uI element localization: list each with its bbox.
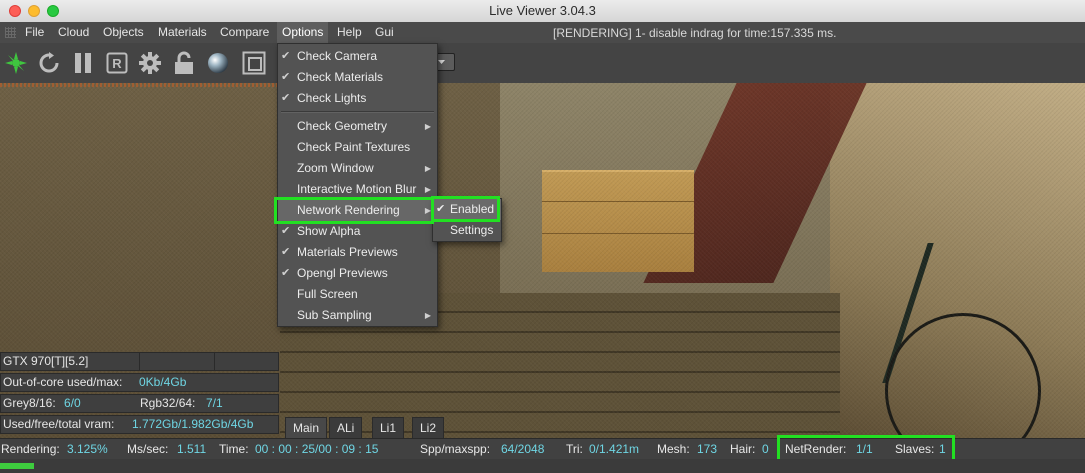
menu-item-full-screen[interactable]: Full Screen — [278, 284, 437, 305]
menu-objects[interactable]: Objects — [103, 25, 144, 39]
menu-item-label: Full Screen — [297, 287, 358, 301]
check-icon: ✔ — [281, 246, 291, 258]
tab-main[interactable]: Main — [285, 417, 328, 440]
gear-icon[interactable] — [137, 50, 163, 76]
mesh-label: Mesh: — [657, 442, 690, 456]
tab-li1[interactable]: Li1 — [372, 417, 405, 440]
pause-icon[interactable] — [70, 50, 96, 76]
menu-item-label: Check Materials — [297, 70, 384, 84]
menu-item-show-alpha[interactable]: ✔ Show Alpha — [278, 221, 437, 242]
vram-label: Used/free/total vram: — [3, 417, 115, 431]
rendering-value: 3.125% — [67, 442, 108, 456]
submenu-arrow-icon: ▶ — [424, 122, 431, 131]
grey-value: 6/0 — [64, 396, 81, 410]
submenu-arrow-icon: ▶ — [424, 164, 431, 173]
submenu-item-settings[interactable]: Settings — [433, 220, 501, 241]
menu-item-check-geometry[interactable]: Check Geometry ▶ — [278, 116, 437, 137]
render-progress-track — [0, 459, 1085, 473]
menu-file[interactable]: File — [25, 25, 44, 39]
mesh-value: 173 — [697, 442, 718, 456]
menu-item-check-camera[interactable]: ✔ Check Camera — [278, 46, 437, 67]
tri-label: Tri: — [566, 442, 583, 456]
hair-label: Hair: — [730, 442, 756, 456]
rendering-label: Rendering: — [1, 442, 60, 456]
menu-item-label: Show Alpha — [297, 224, 361, 238]
menu-item-materials-previews[interactable]: ✔ Materials Previews — [278, 242, 437, 263]
title-bar: Live Viewer 3.04.3 — [0, 0, 1085, 23]
gpu-info-row: GTX 970[T][5.2] — [0, 352, 279, 371]
menu-compare[interactable]: Compare — [220, 25, 269, 39]
menu-item-label: Materials Previews — [297, 245, 398, 259]
menu-item-label: Opengl Previews — [297, 266, 388, 280]
textures-row: Grey8/16: 6/0 Rgb32/64: 7/1 — [0, 394, 279, 413]
menu-gui[interactable]: Gui — [375, 25, 394, 39]
menu-help[interactable]: Help — [337, 25, 362, 39]
menu-options[interactable]: Options — [277, 22, 329, 43]
menu-bar: File Cloud Objects Materials Compare Opt… — [0, 22, 1085, 44]
vram-value: 1.772Gb/1.982Gb/4Gb — [132, 417, 254, 431]
options-menu: ✔ Check Camera ✔ Check Materials ✔ Check… — [277, 43, 438, 327]
cell-divider — [139, 352, 140, 371]
ooc-label: Out-of-core used/max: — [3, 375, 123, 389]
gpu-name: GTX 970[T][5.2] — [3, 354, 89, 368]
hair-value: 0 — [762, 442, 769, 456]
menu-item-label: Sub Sampling — [297, 308, 372, 322]
r-icon[interactable]: R — [104, 50, 130, 76]
menu-item-check-materials[interactable]: ✔ Check Materials — [278, 67, 437, 88]
vram-row: Used/free/total vram: 1.772Gb/1.982Gb/4G… — [0, 415, 279, 434]
refresh-icon[interactable] — [36, 50, 62, 76]
menu-item-zoom-window[interactable]: Zoom Window ▶ — [278, 158, 437, 179]
check-icon: ✔ — [281, 267, 291, 279]
netrender-highlight — [777, 435, 955, 462]
octane-logo-icon[interactable] — [3, 50, 29, 76]
menu-item-label: Check Camera — [297, 49, 378, 63]
rgb-value: 7/1 — [206, 396, 223, 410]
ms-label: Ms/sec: — [127, 442, 169, 456]
menu-item-label: Check Lights — [297, 91, 367, 105]
tab-ali[interactable]: ALi — [329, 417, 363, 440]
menu-item-check-lights[interactable]: ✔ Check Lights — [278, 88, 437, 109]
ooc-value: 0Kb/4Gb — [139, 375, 187, 389]
menu-cloud[interactable]: Cloud — [58, 25, 89, 39]
grey-label: Grey8/16: — [3, 396, 56, 410]
menu-item-opengl-previews[interactable]: ✔ Opengl Previews — [278, 263, 437, 284]
spp-label: Spp/maxspp: — [420, 442, 491, 456]
time-label: Time: — [219, 442, 249, 456]
menu-item-label: Zoom Window — [297, 161, 374, 175]
lock-icon[interactable] — [171, 50, 197, 76]
submenu-item-label: Settings — [450, 223, 494, 237]
svg-text:R: R — [112, 56, 122, 71]
check-icon: ✔ — [281, 225, 291, 237]
menu-item-sub-sampling[interactable]: Sub Sampling ▶ — [278, 305, 437, 326]
window-title: Live Viewer 3.04.3 — [489, 3, 596, 18]
network-rendering-highlight — [274, 197, 434, 224]
menu-separator — [281, 111, 434, 113]
ms-value: 1.511 — [177, 442, 207, 456]
time-value: 00 : 00 : 25/00 : 09 : 15 — [255, 442, 379, 456]
render-status-message: [RENDERING] 1- disable indrag for time:1… — [553, 26, 837, 40]
submenu-arrow-icon: ▶ — [424, 311, 431, 320]
check-icon: ✔ — [281, 50, 291, 62]
spp-value: 64/2048 — [501, 442, 545, 456]
menu-item-label: Check Geometry — [297, 119, 388, 133]
toolbar: R — [0, 43, 1085, 83]
material-ball-icon[interactable] — [205, 50, 231, 76]
cell-divider — [214, 352, 215, 371]
region-icon[interactable] — [241, 50, 267, 76]
menu-item-check-paint-textures[interactable]: Check Paint Textures — [278, 137, 437, 158]
menu-materials[interactable]: Materials — [158, 25, 207, 39]
render-progress-dots — [0, 83, 280, 87]
menu-item-label: Check Paint Textures — [297, 140, 411, 154]
out-of-core-row: Out-of-core used/max: 0Kb/4Gb — [0, 373, 279, 392]
enabled-highlight — [431, 196, 500, 222]
check-icon: ✔ — [281, 71, 291, 83]
rgb-label: Rgb32/64: — [140, 396, 196, 410]
tri-value: 0/1.421m — [589, 442, 640, 456]
tab-li2[interactable]: Li2 — [412, 417, 445, 440]
check-icon: ✔ — [281, 92, 291, 104]
grip-icon — [5, 27, 16, 38]
render-progress-fill — [0, 463, 34, 469]
